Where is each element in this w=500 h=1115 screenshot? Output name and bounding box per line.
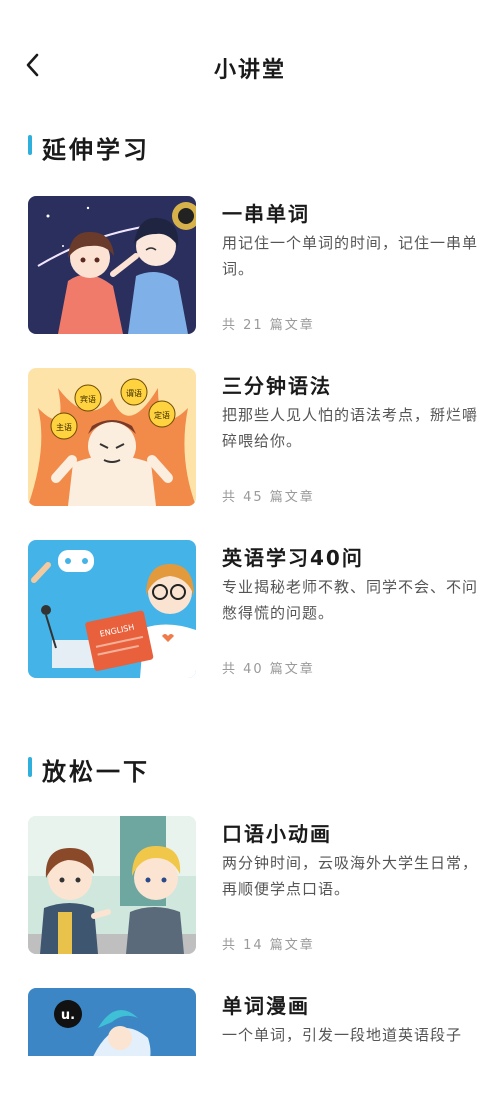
course-thumbnail xyxy=(28,196,196,334)
course-thumbnail: 主语 宾语 谓语 定语 xyxy=(28,368,196,506)
grammar-badge: 宾语 xyxy=(74,384,102,412)
course-title: 单词漫画 xyxy=(222,994,310,1018)
svg-text:宾语: 宾语 xyxy=(80,394,96,404)
article-count: 共 40 篇文章 xyxy=(222,662,315,677)
page-title: 小讲堂 xyxy=(213,58,286,83)
top-bar: 小讲堂 xyxy=(0,40,500,94)
course-card-word-comics[interactable]: u. 单词漫画 一个单词，引发一段地道英语段子 xyxy=(28,988,478,1056)
article-count: 共 21 篇文章 xyxy=(222,318,315,333)
course-description: 一个单词，引发一段地道英语段子 xyxy=(222,1026,463,1044)
course-card-word-chain[interactable]: 一串单词 用记住一个单词的时间，记住一串单词。 共 21 篇文章 xyxy=(28,196,478,336)
article-count: 共 45 篇文章 xyxy=(222,490,315,505)
grammar-badge: 谓语 xyxy=(120,378,148,406)
course-title: 口语小动画 xyxy=(222,822,332,846)
course-description: 专业揭秘老师不教、同学不会、不问憋得慌的问题。 xyxy=(222,578,479,622)
article-count: 共 14 篇文章 xyxy=(222,938,315,953)
grammar-badge: 定语 xyxy=(148,400,176,428)
course-thumbnail xyxy=(28,816,196,954)
course-title: 英语学习40问 xyxy=(222,546,364,570)
svg-text:谓语: 谓语 xyxy=(126,388,142,398)
section-title: 放松一下 xyxy=(42,758,150,786)
comic-badge: u. xyxy=(61,1008,75,1023)
course-thumbnail: u. xyxy=(28,988,196,1056)
course-title: 一串单词 xyxy=(222,202,310,226)
section-accent-bar xyxy=(28,757,32,777)
course-description: 用记住一个单词的时间，记住一串单词。 xyxy=(222,234,479,278)
course-title: 三分钟语法 xyxy=(222,374,332,398)
section-title: 延伸学习 xyxy=(42,136,150,164)
section-accent-bar xyxy=(28,135,32,155)
course-description: 把那些人见人怕的语法考点，掰烂嚼碎喂给你。 xyxy=(222,406,479,450)
svg-text:定语: 定语 xyxy=(154,410,170,420)
grammar-badge: 主语 xyxy=(50,412,78,440)
course-card-speaking-animation[interactable]: 口语小动画 两分钟时间，云吸海外大学生日常，再顺便学点口语。 共 14 篇文章 xyxy=(28,816,478,956)
course-thumbnail: ENGLISH xyxy=(28,540,196,678)
course-description: 两分钟时间，云吸海外大学生日常，再顺便学点口语。 xyxy=(222,854,479,898)
svg-text:主语: 主语 xyxy=(56,422,72,432)
course-card-three-minute-grammar[interactable]: 主语 宾语 谓语 定语 三分钟语法 把那些人见人怕的语法考点，掰烂嚼碎喂给你。 … xyxy=(28,368,478,508)
course-card-english-40-questions[interactable]: ENGLISH 英语学习40问 专业揭秘老师不教、同学不会、不问憋得慌的问题。 … xyxy=(28,540,478,680)
